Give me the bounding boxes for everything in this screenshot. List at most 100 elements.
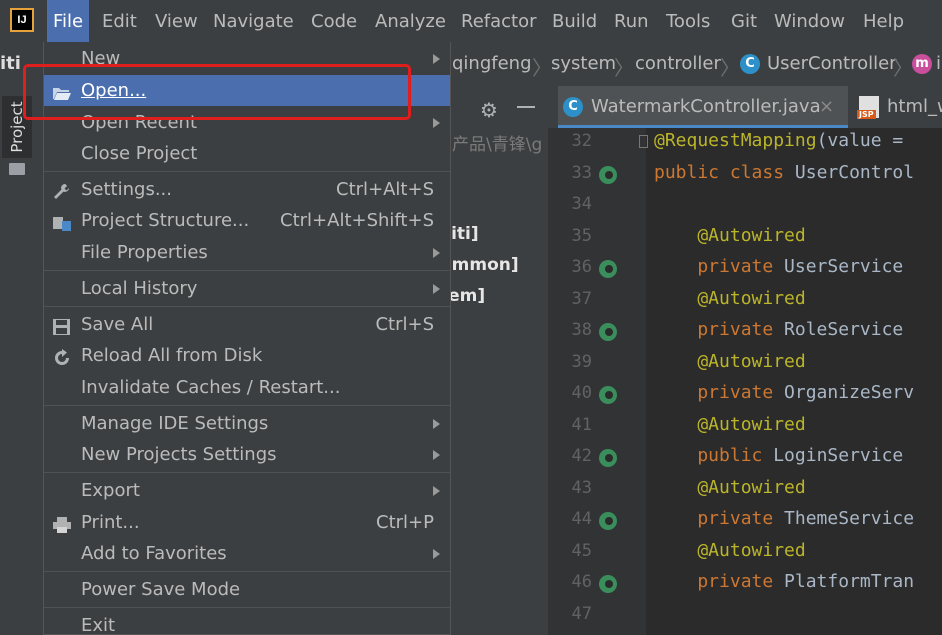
menu-edit[interactable]: Edit [96, 0, 143, 42]
submenu-arrow-icon [433, 248, 440, 258]
menu-window[interactable]: Window [768, 0, 851, 42]
class-icon: C [740, 54, 760, 74]
line-number: 42 [571, 446, 592, 466]
code-token: @Autowired [654, 413, 806, 435]
code-token: @Autowired [654, 350, 806, 372]
submenu-arrow-icon [433, 284, 440, 294]
menu-item-label: Export [81, 480, 140, 501]
menu-code[interactable]: Code [305, 0, 363, 42]
spring-bean-gutter-icon[interactable] [599, 260, 617, 278]
project-structure-icon [52, 211, 72, 231]
spring-class-gutter-icon[interactable] [599, 165, 617, 184]
breadcrumb-qingfeng[interactable]: qingfeng [452, 42, 532, 86]
code-line: private OrganizeServ [654, 382, 914, 403]
menu-item-new-projects-settings[interactable]: New Projects Settings [44, 439, 450, 470]
spring-bean-gutter-icon[interactable] [599, 449, 617, 467]
code-token: @RequestMapping [654, 130, 817, 151]
code-token: public [654, 445, 774, 466]
code-line: private UserService [654, 256, 903, 277]
menu-item-label: Project Structure... [81, 210, 250, 231]
wrench-icon [52, 180, 72, 199]
menu-analyze[interactable]: Analyze [369, 0, 452, 42]
spring-bean-gutter-icon[interactable] [599, 575, 617, 593]
breadcrumb-separator-icon: 〉 [893, 56, 913, 80]
save-icon [52, 315, 72, 335]
code-token: @Autowired [654, 224, 806, 246]
menu-run[interactable]: Run [608, 0, 655, 42]
line-number: 44 [571, 509, 592, 529]
breadcrumb-usercontroller[interactable]: UserController [767, 42, 897, 86]
code-token: public class [654, 161, 795, 183]
menu-item-label: Reload All from Disk [81, 345, 263, 366]
menu-item-label: Manage IDE Settings [81, 413, 269, 434]
menu-help[interactable]: Help [857, 0, 910, 42]
breadcrumb-controller[interactable]: controller [635, 42, 721, 86]
menu-item-invalidate-caches[interactable]: Invalidate Caches / Restart... [44, 372, 450, 403]
breadcrumb-project[interactable]: iti [0, 42, 21, 86]
method-icon: m [912, 54, 932, 74]
code-token: UserService [784, 256, 904, 277]
menu-separator [44, 171, 450, 172]
submenu-arrow-icon [433, 54, 440, 64]
code-token: @Autowired [654, 476, 806, 498]
minimize-icon[interactable] [517, 106, 535, 108]
code-token: RoleService [784, 319, 904, 340]
line-number: 32 [571, 131, 592, 151]
spring-bean-gutter-icon[interactable] [599, 512, 617, 530]
line-number: 39 [571, 351, 592, 372]
menu-item-close-project[interactable]: Close Project [44, 138, 450, 169]
tab-close-icon[interactable]: × [819, 86, 834, 128]
menu-item-export[interactable]: Export [44, 475, 450, 506]
menu-item-settings[interactable]: Settings... Ctrl+Alt+S [44, 174, 450, 205]
menu-item-local-history[interactable]: Local History [44, 273, 450, 304]
spring-bean-gutter-icon[interactable] [599, 386, 617, 404]
menu-refactor[interactable]: Refactor [455, 0, 543, 42]
menu-item-manage-ide-settings[interactable]: Manage IDE Settings [44, 408, 450, 439]
line-number: 40 [571, 383, 592, 403]
code-line: @Autowired [654, 413, 806, 435]
breadcrumb-system[interactable]: system [551, 42, 616, 86]
menu-item-save-all[interactable]: Save All Ctrl+S [44, 309, 450, 340]
menu-file[interactable]: File [47, 0, 90, 42]
submenu-arrow-icon [433, 450, 440, 460]
submenu-arrow-icon [433, 486, 440, 496]
menu-item-exit[interactable]: Exit [44, 610, 450, 635]
tab-label: WatermarkController.java [591, 96, 821, 117]
code-token: LoginService [773, 445, 904, 466]
line-number: 38 [571, 320, 592, 340]
fold-icon[interactable] [639, 135, 648, 148]
menu-separator [44, 306, 450, 307]
gear-icon[interactable]: ⚙ [480, 98, 498, 122]
menu-item-file-properties[interactable]: File Properties [44, 237, 450, 268]
menu-navigate[interactable]: Navigate [207, 0, 300, 42]
menu-item-label: Invalidate Caches / Restart... [81, 377, 341, 398]
code-line: private RoleService [654, 319, 903, 340]
code-token: (value = [816, 130, 915, 151]
menu-item-label: Print... [81, 512, 140, 533]
menu-view[interactable]: View [149, 0, 204, 42]
menu-item-print[interactable]: Print... Ctrl+P [44, 507, 450, 538]
menu-build[interactable]: Build [546, 0, 603, 42]
menu-separator [44, 270, 450, 271]
shortcut-label: Ctrl+Alt+Shift+S [280, 210, 434, 231]
tree-node[interactable]: ommon] [440, 255, 519, 275]
menu-item-label: Add to Favorites [81, 543, 227, 564]
menu-item-reload-from-disk[interactable]: Reload All from Disk [44, 340, 450, 371]
menu-item-add-to-favorites[interactable]: Add to Favorites [44, 538, 450, 569]
code-line: private PlatformTran [654, 571, 914, 592]
menu-tools[interactable]: Tools [660, 0, 716, 42]
menu-item-label: Exit [81, 615, 116, 635]
code-token: private [654, 319, 785, 340]
menu-separator [44, 571, 450, 572]
breadcrumb-method[interactable]: i [936, 42, 941, 86]
menu-item-label: Save All [81, 314, 154, 335]
tab-html[interactable]: html_w [887, 86, 942, 128]
code-token: @Autowired [654, 287, 806, 309]
spring-bean-gutter-icon[interactable] [599, 323, 617, 341]
menu-git[interactable]: Git [725, 0, 763, 42]
menu-item-power-save-mode[interactable]: Power Save Mode [44, 574, 450, 605]
menu-item-project-structure[interactable]: Project Structure... Ctrl+Alt+Shift+S [44, 205, 450, 236]
code-token: PlatformTran [784, 571, 915, 592]
line-number: 34 [571, 194, 592, 214]
menu-item-label: Close Project [81, 143, 198, 164]
